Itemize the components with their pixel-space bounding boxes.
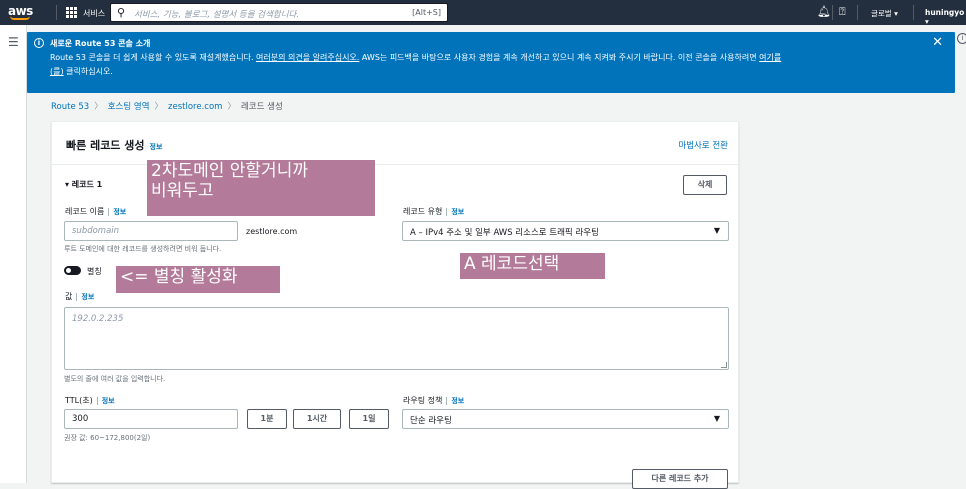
add-another-record-button[interactable]: 다른 레코드 추가 <box>632 469 728 489</box>
ttl-1-minute-button[interactable]: 1분 <box>247 409 287 429</box>
record-name-hint: 루트 도메인에 대한 레코드를 생성하려면 비워 둡니다. <box>64 245 222 253</box>
breadcrumb-route53[interactable]: Route 53 <box>51 102 89 112</box>
old-console-link[interactable]: 여기를 <box>759 53 781 62</box>
record-type-label: 레코드 유형 정보 <box>403 207 465 216</box>
breadcrumb: Route 53 〉 호스팅 영역 〉 zestlore.com 〉 레코드 생성 <box>51 100 283 112</box>
info-link[interactable]: 정보 <box>108 208 127 216</box>
search-shortcut: [Alt+S] <box>412 8 441 17</box>
record-name-label: 레코드 이름 정보 <box>65 207 127 216</box>
region-selector[interactable]: 글로벌 ▾ <box>871 8 898 19</box>
search-bar[interactable]: ⚲ 서비스, 기능, 블로그, 설명서 등을 검색합니다. [Alt+S] <box>110 3 448 22</box>
close-icon[interactable]: ✕ <box>932 35 943 50</box>
flash-title: 새로운 Route 53 콘솔 소개 <box>50 39 151 48</box>
info-link[interactable]: 정보 <box>446 208 465 216</box>
delete-button[interactable]: 삭제 <box>683 175 727 195</box>
record-section-toggle[interactable]: ▾ 레코드 1 <box>65 179 102 190</box>
dropdown-arrow-icon: ▼ <box>713 226 720 235</box>
services-menu[interactable]: 서비스 <box>83 8 105 19</box>
account-menu[interactable]: huningyo ▾ <box>925 8 966 26</box>
menu-hamburger-icon[interactable]: ☰ <box>8 35 19 49</box>
search-icon: ⚲ <box>117 6 126 19</box>
divider <box>857 5 858 20</box>
alias-label: 별칭 <box>87 267 102 276</box>
info-link[interactable]: 정보 <box>446 397 465 405</box>
annotation-subdomain-note: 2차도메인 안할거니까 비워두고 <box>147 160 375 216</box>
info-circle-icon[interactable]: i <box>957 33 966 44</box>
domain-suffix: zestlore.com <box>246 227 298 236</box>
info-link[interactable]: 정보 <box>96 397 115 405</box>
routing-policy-select[interactable]: 단순 라우팅 ▼ <box>402 409 729 429</box>
old-console-link-2[interactable]: (를) <box>50 67 64 76</box>
breadcrumb-zone[interactable]: zestlore.com <box>168 102 222 112</box>
divider <box>913 5 914 20</box>
flash-body: Route 53 콘솔을 더 쉽게 사용할 수 있도록 재설계했습니다. 여러분… <box>50 53 782 76</box>
info-link[interactable]: 정보 <box>150 143 163 151</box>
ttl-input[interactable]: 300 <box>64 409 238 429</box>
record-type-select[interactable]: A – IPv4 주소 및 일부 AWS 리소스로 트래픽 라우팅 ▼ <box>402 221 729 241</box>
aws-logo-smile <box>10 16 30 20</box>
ttl-hint: 권장 값: 60~172,800(2일) <box>64 434 151 442</box>
annotation-a-record-note: A 레코드선택 <box>460 253 605 279</box>
resize-handle[interactable] <box>721 362 727 368</box>
record-name-input[interactable]: subdomain <box>64 221 238 241</box>
value-textarea[interactable]: 192.0.2.235 <box>64 307 729 370</box>
value-label: 값 정보 <box>65 292 95 301</box>
switch-to-wizard-link[interactable]: 마법사로 전환 <box>678 139 728 151</box>
new-console-flash-banner: i 새로운 Route 53 콘솔 소개 Route 53 콘솔을 더 쉽게 사… <box>27 32 955 93</box>
dropdown-arrow-icon: ▼ <box>713 414 720 423</box>
breadcrumb-hosted-zones[interactable]: 호스팅 영역 <box>108 102 150 112</box>
info-icon: i <box>34 38 44 48</box>
routing-policy-label: 라우팅 정책 정보 <box>403 396 465 405</box>
side-nav-collapsed <box>0 25 27 483</box>
search-input[interactable]: 서비스, 기능, 블로그, 설명서 등을 검색합니다. <box>134 8 299 20</box>
services-grid-icon[interactable] <box>66 7 77 18</box>
panel-header: 빠른 레코드 생성 정보 마법사로 전환 <box>52 122 738 165</box>
help-icon[interactable]: ⍰ <box>839 5 846 19</box>
alias-toggle[interactable] <box>64 266 81 275</box>
chevron-right-icon: 〉 <box>94 102 103 112</box>
chevron-right-icon: 〉 <box>227 102 236 112</box>
divider <box>56 5 57 20</box>
top-nav-bar: aws 서비스 ⚲ 서비스, 기능, 블로그, 설명서 등을 검색합니다. [A… <box>0 0 966 26</box>
feedback-link[interactable]: 여러분의 의견을 알려주십시오. <box>256 53 359 62</box>
ttl-1-day-button[interactable]: 1일 <box>349 409 389 429</box>
notification-bell-icon[interactable]: 🔔︎ <box>817 5 831 18</box>
chevron-right-icon: 〉 <box>154 102 164 112</box>
page-title: 빠른 레코드 생성 정보 <box>66 139 163 152</box>
ttl-label: TTL(초) 정보 <box>65 396 115 405</box>
divider <box>832 5 833 20</box>
value-hint: 별도의 줄에 여러 값을 입력합니다. <box>64 375 166 383</box>
ttl-1-hour-button[interactable]: 1시간 <box>293 409 341 429</box>
annotation-alias-note: <= 별칭 활성화 <box>116 266 280 293</box>
info-link[interactable]: 정보 <box>76 293 95 301</box>
breadcrumb-current: 레코드 생성 <box>240 102 283 112</box>
